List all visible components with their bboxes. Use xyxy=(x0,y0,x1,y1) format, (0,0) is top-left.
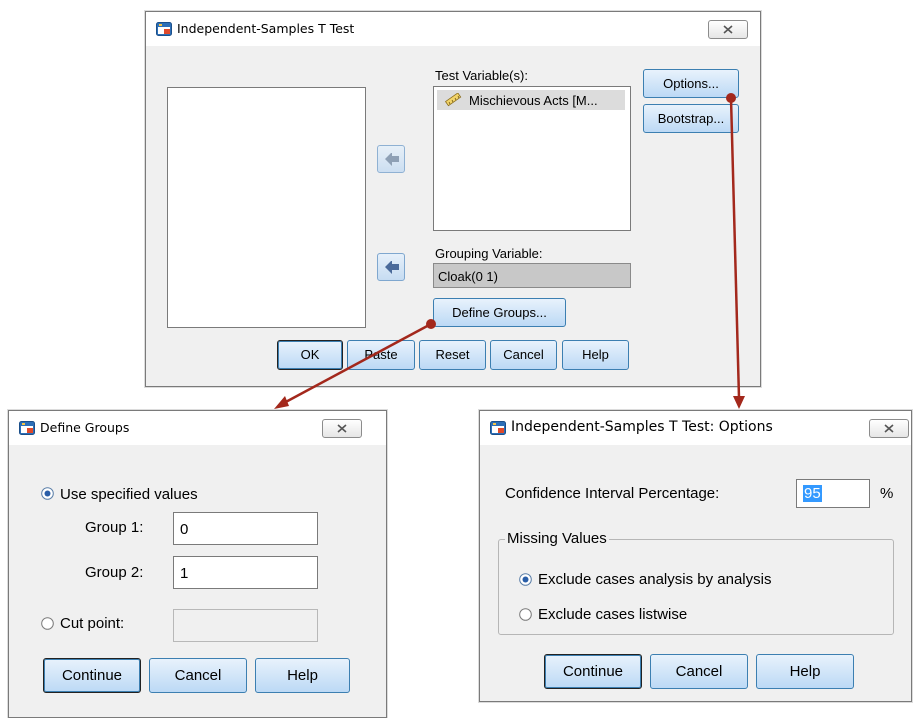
options-continue-label: Continue xyxy=(562,663,624,680)
help-button[interactable]: Help xyxy=(562,340,629,370)
ok-button-label: OK xyxy=(300,347,320,362)
cancel-button[interactable]: Cancel xyxy=(490,340,557,370)
paste-button[interactable]: Paste xyxy=(347,340,415,370)
cut-point-label: Cut point: xyxy=(60,615,125,632)
cut-point-radio[interactable] xyxy=(41,617,54,630)
define-groups-cancel-label: Cancel xyxy=(174,667,222,684)
main-dialog-title: Independent-Samples T Test xyxy=(177,21,355,36)
options-titlebar: Independent-Samples T Test: Options xyxy=(480,411,911,445)
exclude-listwise-label: Exclude cases listwise xyxy=(538,606,688,623)
test-variable-item-label: Mischievous Acts [M... xyxy=(469,93,598,108)
define-groups-close-button[interactable] xyxy=(322,419,362,438)
define-groups-title: Define Groups xyxy=(40,420,130,435)
cancel-button-label: Cancel xyxy=(503,347,544,362)
spss-dialog-icon xyxy=(156,22,172,36)
spss-dialog-icon xyxy=(19,421,35,435)
main-dialog: Independent-Samples T Test Test Variable… xyxy=(145,11,761,387)
ci-unit: % xyxy=(880,485,894,502)
grouping-variable-field[interactable]: Cloak(0 1) xyxy=(433,263,631,288)
arrow-left-icon xyxy=(385,261,399,274)
exclude-listwise-radio[interactable] xyxy=(519,608,532,621)
options-help-label: Help xyxy=(789,663,821,680)
define-groups-titlebar: Define Groups xyxy=(9,411,386,445)
ci-value: 95 xyxy=(803,485,822,502)
define-groups-help-label: Help xyxy=(287,667,318,684)
group2-field[interactable]: 1 xyxy=(173,556,318,589)
test-variables-list[interactable]: Mischievous Acts [M... xyxy=(433,86,631,231)
options-continue-button[interactable]: Continue xyxy=(544,654,642,689)
options-help-button[interactable]: Help xyxy=(756,654,854,689)
missing-values-title: Missing Values xyxy=(505,530,609,547)
close-icon xyxy=(723,25,733,34)
ruler-scale-icon xyxy=(444,93,462,107)
options-dialog-title: Independent-Samples T Test: Options xyxy=(511,419,773,435)
define-groups-help-button[interactable]: Help xyxy=(255,658,350,693)
define-groups-cancel-button[interactable]: Cancel xyxy=(149,658,247,693)
group1-label: Group 1: xyxy=(85,519,144,536)
reset-button-label: Reset xyxy=(435,347,470,362)
options-close-button[interactable] xyxy=(869,419,909,438)
options-cancel-label: Cancel xyxy=(675,663,723,680)
define-groups-button-label: Define Groups... xyxy=(452,305,547,320)
ci-field[interactable]: 95 xyxy=(796,479,870,508)
main-titlebar: Independent-Samples T Test xyxy=(146,12,760,46)
group1-field[interactable]: 0 xyxy=(173,512,318,545)
group2-value: 1 xyxy=(180,565,189,582)
define-groups-continue-button[interactable]: Continue xyxy=(43,658,141,693)
bootstrap-button[interactable]: Bootstrap... xyxy=(643,104,739,133)
group2-label: Group 2: xyxy=(85,564,144,581)
options-dialog: Independent-Samples T Test: Options Conf… xyxy=(479,410,912,702)
options-button-label: Options... xyxy=(663,76,719,91)
test-variable-item[interactable]: Mischievous Acts [M... xyxy=(437,90,625,110)
define-groups-dialog: Define Groups Use specified values Group… xyxy=(8,410,387,718)
use-specified-values-radio[interactable] xyxy=(41,487,54,500)
close-icon xyxy=(884,424,894,433)
define-groups-continue-label: Continue xyxy=(61,667,123,684)
grouping-variable-label: Grouping Variable: xyxy=(435,246,543,261)
group1-value: 0 xyxy=(180,521,189,538)
grouping-variable-value: Cloak(0 1) xyxy=(438,269,498,284)
cut-point-field[interactable] xyxy=(173,609,318,642)
move-grouping-variable-button[interactable] xyxy=(377,253,405,281)
ci-label: Confidence Interval Percentage: xyxy=(505,485,720,502)
options-cancel-button[interactable]: Cancel xyxy=(650,654,748,689)
define-groups-button[interactable]: Define Groups... xyxy=(433,298,566,327)
exclude-analysis-label: Exclude cases analysis by analysis xyxy=(538,571,772,588)
move-test-variable-button[interactable] xyxy=(377,145,405,173)
main-close-button[interactable] xyxy=(708,20,748,39)
options-button[interactable]: Options... xyxy=(643,69,739,98)
bootstrap-button-label: Bootstrap... xyxy=(657,111,725,126)
source-variable-list[interactable] xyxy=(167,87,366,328)
paste-button-label: Paste xyxy=(364,347,398,362)
reset-button[interactable]: Reset xyxy=(419,340,486,370)
spss-dialog-icon xyxy=(490,421,506,435)
close-icon xyxy=(337,424,347,433)
test-variables-label: Test Variable(s): xyxy=(435,68,528,83)
help-button-label: Help xyxy=(582,347,609,362)
arrow-left-icon xyxy=(385,153,399,166)
use-specified-values-label: Use specified values xyxy=(60,486,198,503)
exclude-analysis-radio[interactable] xyxy=(519,573,532,586)
ok-button[interactable]: OK xyxy=(277,340,343,370)
